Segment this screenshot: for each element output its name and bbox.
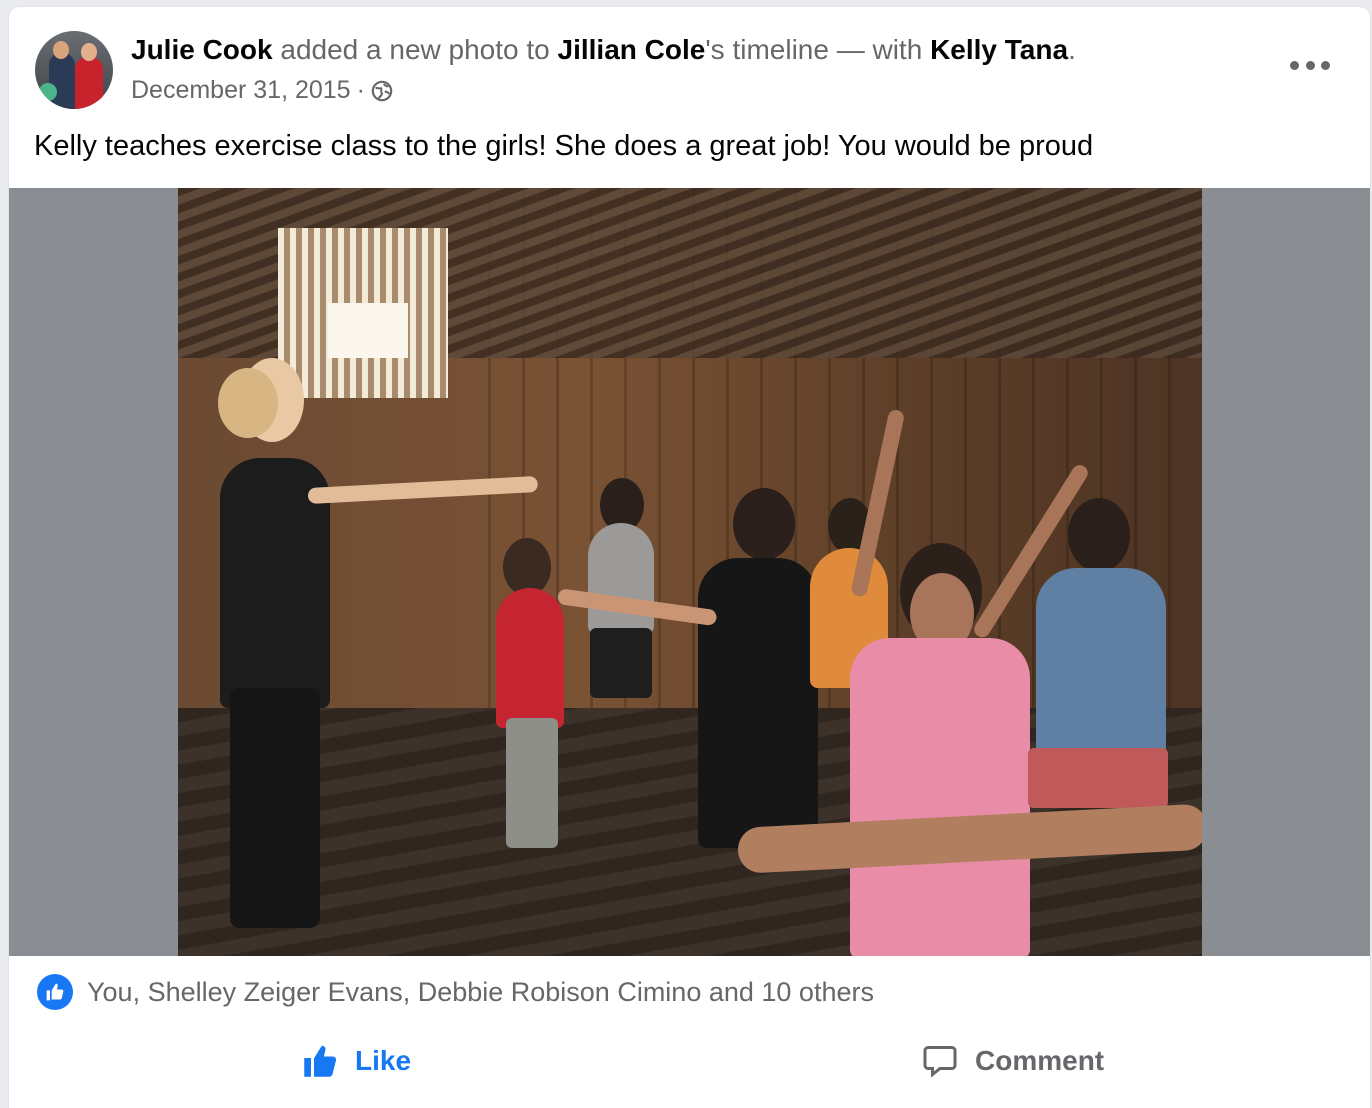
- like-label: Like: [355, 1045, 412, 1076]
- comment-icon: [923, 1046, 957, 1078]
- author-avatar[interactable]: [35, 31, 113, 109]
- globe-icon[interactable]: [371, 80, 393, 102]
- comment-label: Comment: [975, 1045, 1105, 1076]
- tagged-name-link[interactable]: Kelly Tana: [930, 34, 1068, 65]
- end-punctuation: .: [1068, 34, 1076, 65]
- action-bar: Like Comment: [9, 1023, 1370, 1099]
- target-name-link[interactable]: Jillian Cole: [558, 34, 706, 65]
- reactions-summary[interactable]: You, Shelley Zeiger Evans, Debbie Robiso…: [37, 974, 874, 1010]
- meta-separator: ·: [356, 76, 365, 104]
- target-suffix-text: 's timeline — with: [705, 34, 931, 65]
- author-name-link[interactable]: Julie Cook: [131, 34, 273, 65]
- post-card: Julie Cook added a new photo to Jillian …: [9, 7, 1370, 1108]
- reactions-text: You, Shelley Zeiger Evans, Debbie Robiso…: [87, 976, 874, 1007]
- post-date-link[interactable]: December 31, 2015: [131, 76, 351, 105]
- comment-button[interactable]: Comment: [921, 1023, 1104, 1099]
- post-media: [9, 188, 1370, 956]
- post-meta: December 31, 2015 ·: [131, 76, 393, 105]
- post-photo[interactable]: [178, 188, 1202, 956]
- like-reaction-icon: [37, 974, 73, 1010]
- like-button[interactable]: Like: [301, 1023, 411, 1099]
- action-text: added a new photo to: [272, 34, 558, 65]
- post-headline: Julie Cook added a new photo to Jillian …: [131, 34, 1076, 66]
- post-caption: Kelly teaches exercise class to the girl…: [34, 130, 1094, 162]
- thumbs-up-icon: [304, 1045, 337, 1077]
- more-options-icon[interactable]: [1290, 53, 1330, 77]
